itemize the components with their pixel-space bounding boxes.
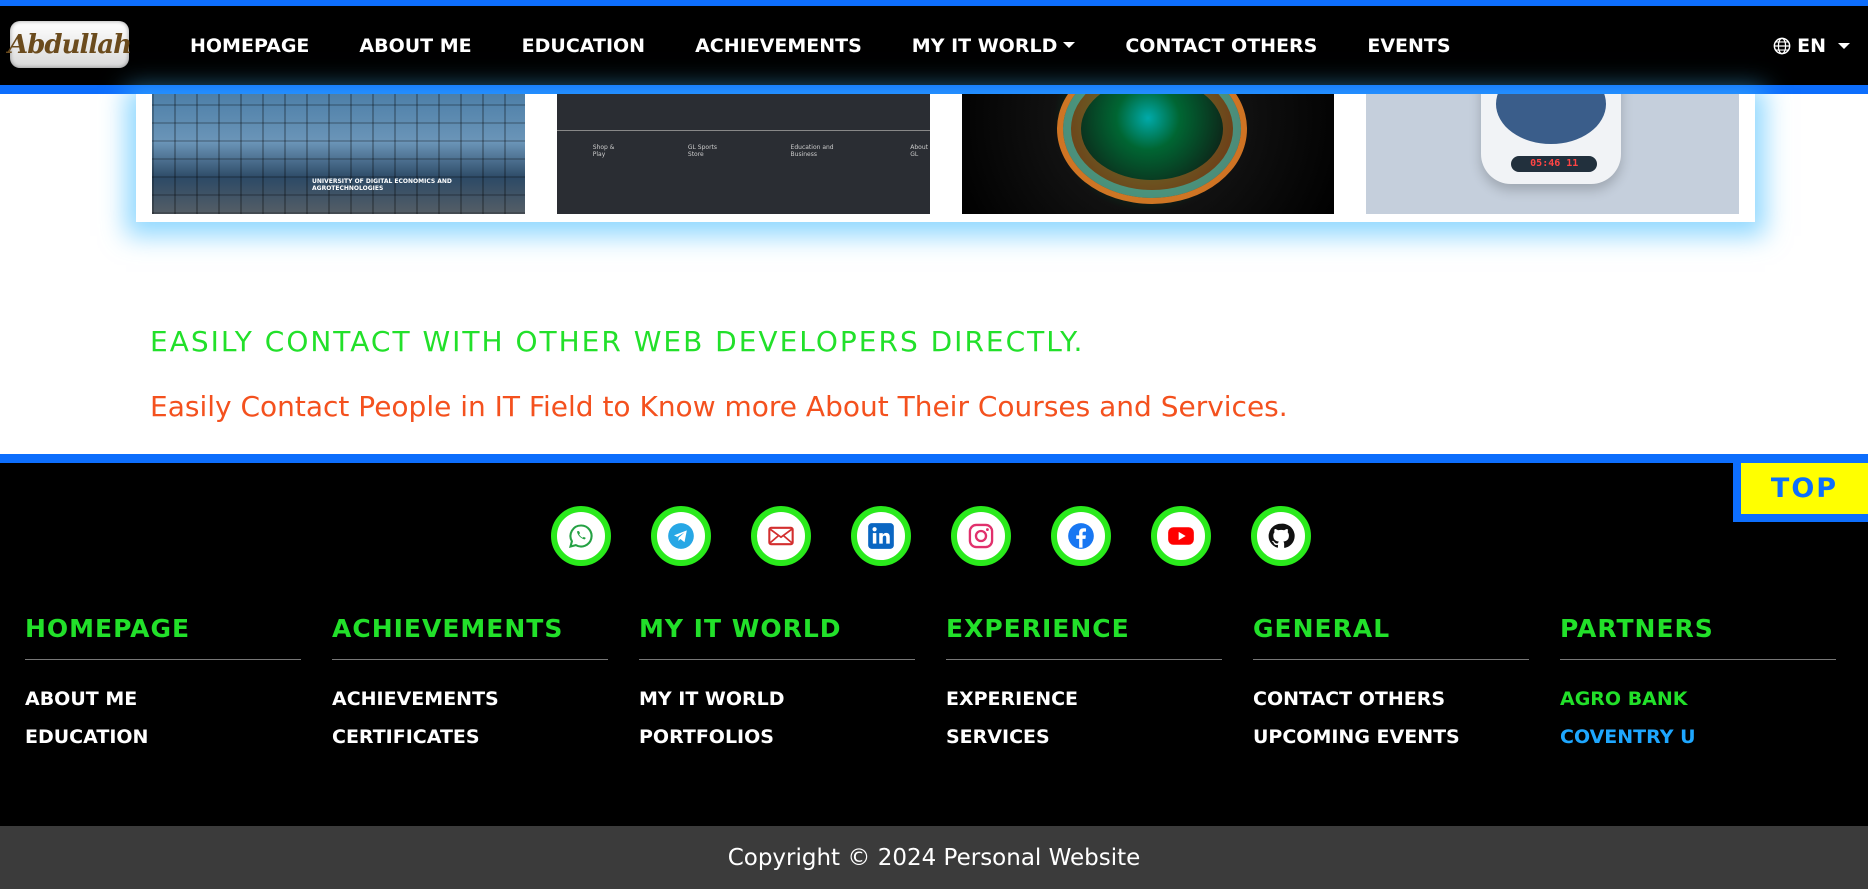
footer-link-education[interactable]: EDUCATION	[25, 726, 332, 748]
store-footer-image: Shop & Play GL Sports Store Education an…	[556, 94, 930, 214]
footer-col-title: GENERAL	[1253, 614, 1529, 660]
linkedin-link[interactable]	[851, 506, 911, 566]
facebook-link[interactable]	[1051, 506, 1111, 566]
project-card-store[interactable]: Shop & Play GL Sports Store Education an…	[540, 94, 946, 222]
instagram-link[interactable]	[951, 506, 1011, 566]
youtube-link[interactable]	[1151, 506, 1211, 566]
footer-columns: HOMEPAGE ABOUT ME EDUCATION ACHIEVEMENTS…	[25, 614, 1867, 764]
university-building-image: UNIVERSITY OF DIGITAL ECONOMICS AND AGRO…	[152, 94, 525, 214]
footer-link-my-it-world[interactable]: MY IT WORLD	[639, 688, 946, 710]
footer-link-about-me[interactable]: ABOUT ME	[25, 688, 332, 710]
footer-link-agro-bank[interactable]: AGRO BANK	[1560, 688, 1867, 710]
linkedin-icon	[868, 523, 894, 549]
nav-my-it-world-label: MY IT WORLD	[911, 35, 1058, 57]
section-subheading: Easily Contact People in IT Field to Kno…	[150, 390, 1288, 423]
site-logo[interactable]: Abdullah	[8, 21, 132, 68]
footer-col-achievements: ACHIEVEMENTS ACHIEVEMENTS CERTIFICATES	[332, 614, 639, 764]
footer-col-title: ACHIEVEMENTS	[332, 614, 608, 660]
clock-image: 05:46 11	[1366, 94, 1739, 214]
footer-col-title: PARTNERS	[1560, 614, 1836, 660]
chevron-down-icon	[1838, 43, 1850, 49]
telegram-icon	[668, 523, 694, 549]
mail-icon	[768, 526, 794, 546]
footer-col-title: EXPERIENCE	[946, 614, 1222, 660]
footer-link-portfolios[interactable]: PORTFOLIOS	[639, 726, 946, 748]
project-card-clock[interactable]: 05:46 11	[1350, 94, 1755, 222]
footer-col-partners: PARTNERS AGRO BANK COVENTRY U	[1560, 614, 1867, 764]
clock-digits: 05:46 11	[1511, 156, 1598, 172]
nav-education[interactable]: EDUCATION	[522, 35, 645, 57]
footer-link-certificates[interactable]: CERTIFICATES	[332, 726, 639, 748]
footer-link-upcoming-events[interactable]: UPCOMING EVENTS	[1253, 726, 1560, 748]
image-col-label: GL Sports Store	[687, 144, 718, 158]
section-headline: EASILY CONTACT WITH OTHER WEB DEVELOPERS…	[150, 325, 1085, 358]
footer-col-my-it-world: MY IT WORLD MY IT WORLD PORTFOLIOS	[639, 614, 946, 764]
copyright-bar: Copyright © 2024 Personal Website	[0, 826, 1868, 889]
language-selector[interactable]: EN	[1773, 35, 1850, 57]
nav-my-it-world-dropdown[interactable]: MY IT WORLD	[912, 35, 1076, 57]
image-col-label: Shop & Play	[592, 144, 615, 158]
nav-links: HOMEPAGE ABOUT ME EDUCATION ACHIEVEMENTS…	[190, 35, 1501, 57]
footer-link-achievements[interactable]: ACHIEVEMENTS	[332, 688, 639, 710]
project-card-abstract[interactable]	[945, 94, 1351, 222]
footer-link-coventry-u[interactable]: COVENTRY U	[1560, 726, 1867, 748]
whatsapp-icon	[569, 524, 593, 548]
instagram-icon	[968, 523, 994, 549]
footer-col-title: MY IT WORLD	[639, 614, 915, 660]
image-col-label: About GL	[910, 144, 929, 158]
nav-contact-others[interactable]: CONTACT OTHERS	[1125, 35, 1317, 57]
footer-col-title: HOMEPAGE	[25, 614, 301, 660]
back-to-top-button[interactable]: TOP	[1733, 463, 1868, 522]
abstract-rings-image	[961, 94, 1335, 214]
social-links	[551, 506, 1311, 566]
facebook-icon	[1068, 523, 1094, 549]
globe-icon	[1773, 37, 1791, 55]
project-card-university[interactable]: UNIVERSITY OF DIGITAL ECONOMICS AND AGRO…	[136, 94, 541, 222]
nav-achievements[interactable]: ACHIEVEMENTS	[695, 35, 862, 57]
whatsapp-link[interactable]	[551, 506, 611, 566]
email-link[interactable]	[751, 506, 811, 566]
footer-col-general: GENERAL CONTACT OTHERS UPCOMING EVENTS	[1253, 614, 1560, 764]
github-link[interactable]	[1251, 506, 1311, 566]
telegram-link[interactable]	[651, 506, 711, 566]
project-cards: UNIVERSITY OF DIGITAL ECONOMICS AND AGRO…	[136, 94, 1755, 222]
nav-events[interactable]: EVENTS	[1367, 35, 1450, 57]
github-icon	[1268, 523, 1295, 548]
footer-col-experience: EXPERIENCE EXPERIENCE SERVICES	[946, 614, 1253, 764]
copyright-text: Copyright © 2024 Personal Website	[727, 844, 1141, 871]
image-col-label: Education and Business	[790, 144, 834, 158]
chevron-down-icon	[1063, 42, 1076, 48]
footer-link-contact-others[interactable]: CONTACT OTHERS	[1253, 688, 1560, 710]
language-label: EN	[1797, 35, 1826, 57]
navbar: Abdullah HOMEPAGE ABOUT ME EDUCATION ACH…	[0, 0, 1868, 94]
footer-link-experience[interactable]: EXPERIENCE	[946, 688, 1253, 710]
footer-col-homepage: HOMEPAGE ABOUT ME EDUCATION	[25, 614, 332, 764]
footer-link-services[interactable]: SERVICES	[946, 726, 1253, 748]
nav-about-me[interactable]: ABOUT ME	[359, 35, 471, 57]
building-sign: UNIVERSITY OF DIGITAL ECONOMICS AND AGRO…	[312, 178, 452, 192]
nav-homepage[interactable]: HOMEPAGE	[190, 35, 309, 57]
youtube-icon	[1168, 527, 1194, 545]
